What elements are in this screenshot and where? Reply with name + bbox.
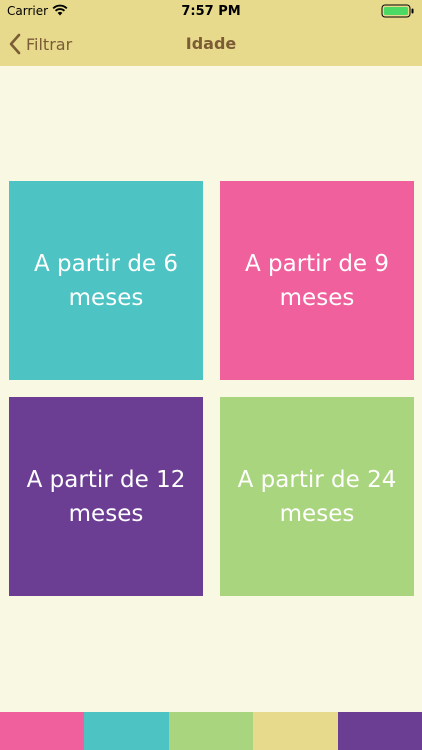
age-option-12-months[interactable]: A partir de 12 meses <box>9 397 203 596</box>
tab-segment[interactable] <box>168 712 254 750</box>
navigation-bar: Filtrar Idade <box>0 22 422 66</box>
status-bar: Carrier 7:57 PM <box>0 0 422 22</box>
tab-segment[interactable] <box>253 712 338 750</box>
age-option-6-months[interactable]: A partir de 6 meses <box>9 181 203 380</box>
tab-segment[interactable] <box>84 712 169 750</box>
tab-segment[interactable] <box>337 712 422 750</box>
clock-label: 7:57 PM <box>181 4 241 19</box>
age-option-9-months[interactable]: A partir de 9 meses <box>220 181 414 380</box>
age-option-24-months[interactable]: A partir de 24 meses <box>220 397 414 596</box>
page-title: Idade <box>185 34 237 53</box>
battery-icon <box>381 4 414 18</box>
tab-segment[interactable] <box>0 712 85 750</box>
tab-bar <box>0 712 422 750</box>
